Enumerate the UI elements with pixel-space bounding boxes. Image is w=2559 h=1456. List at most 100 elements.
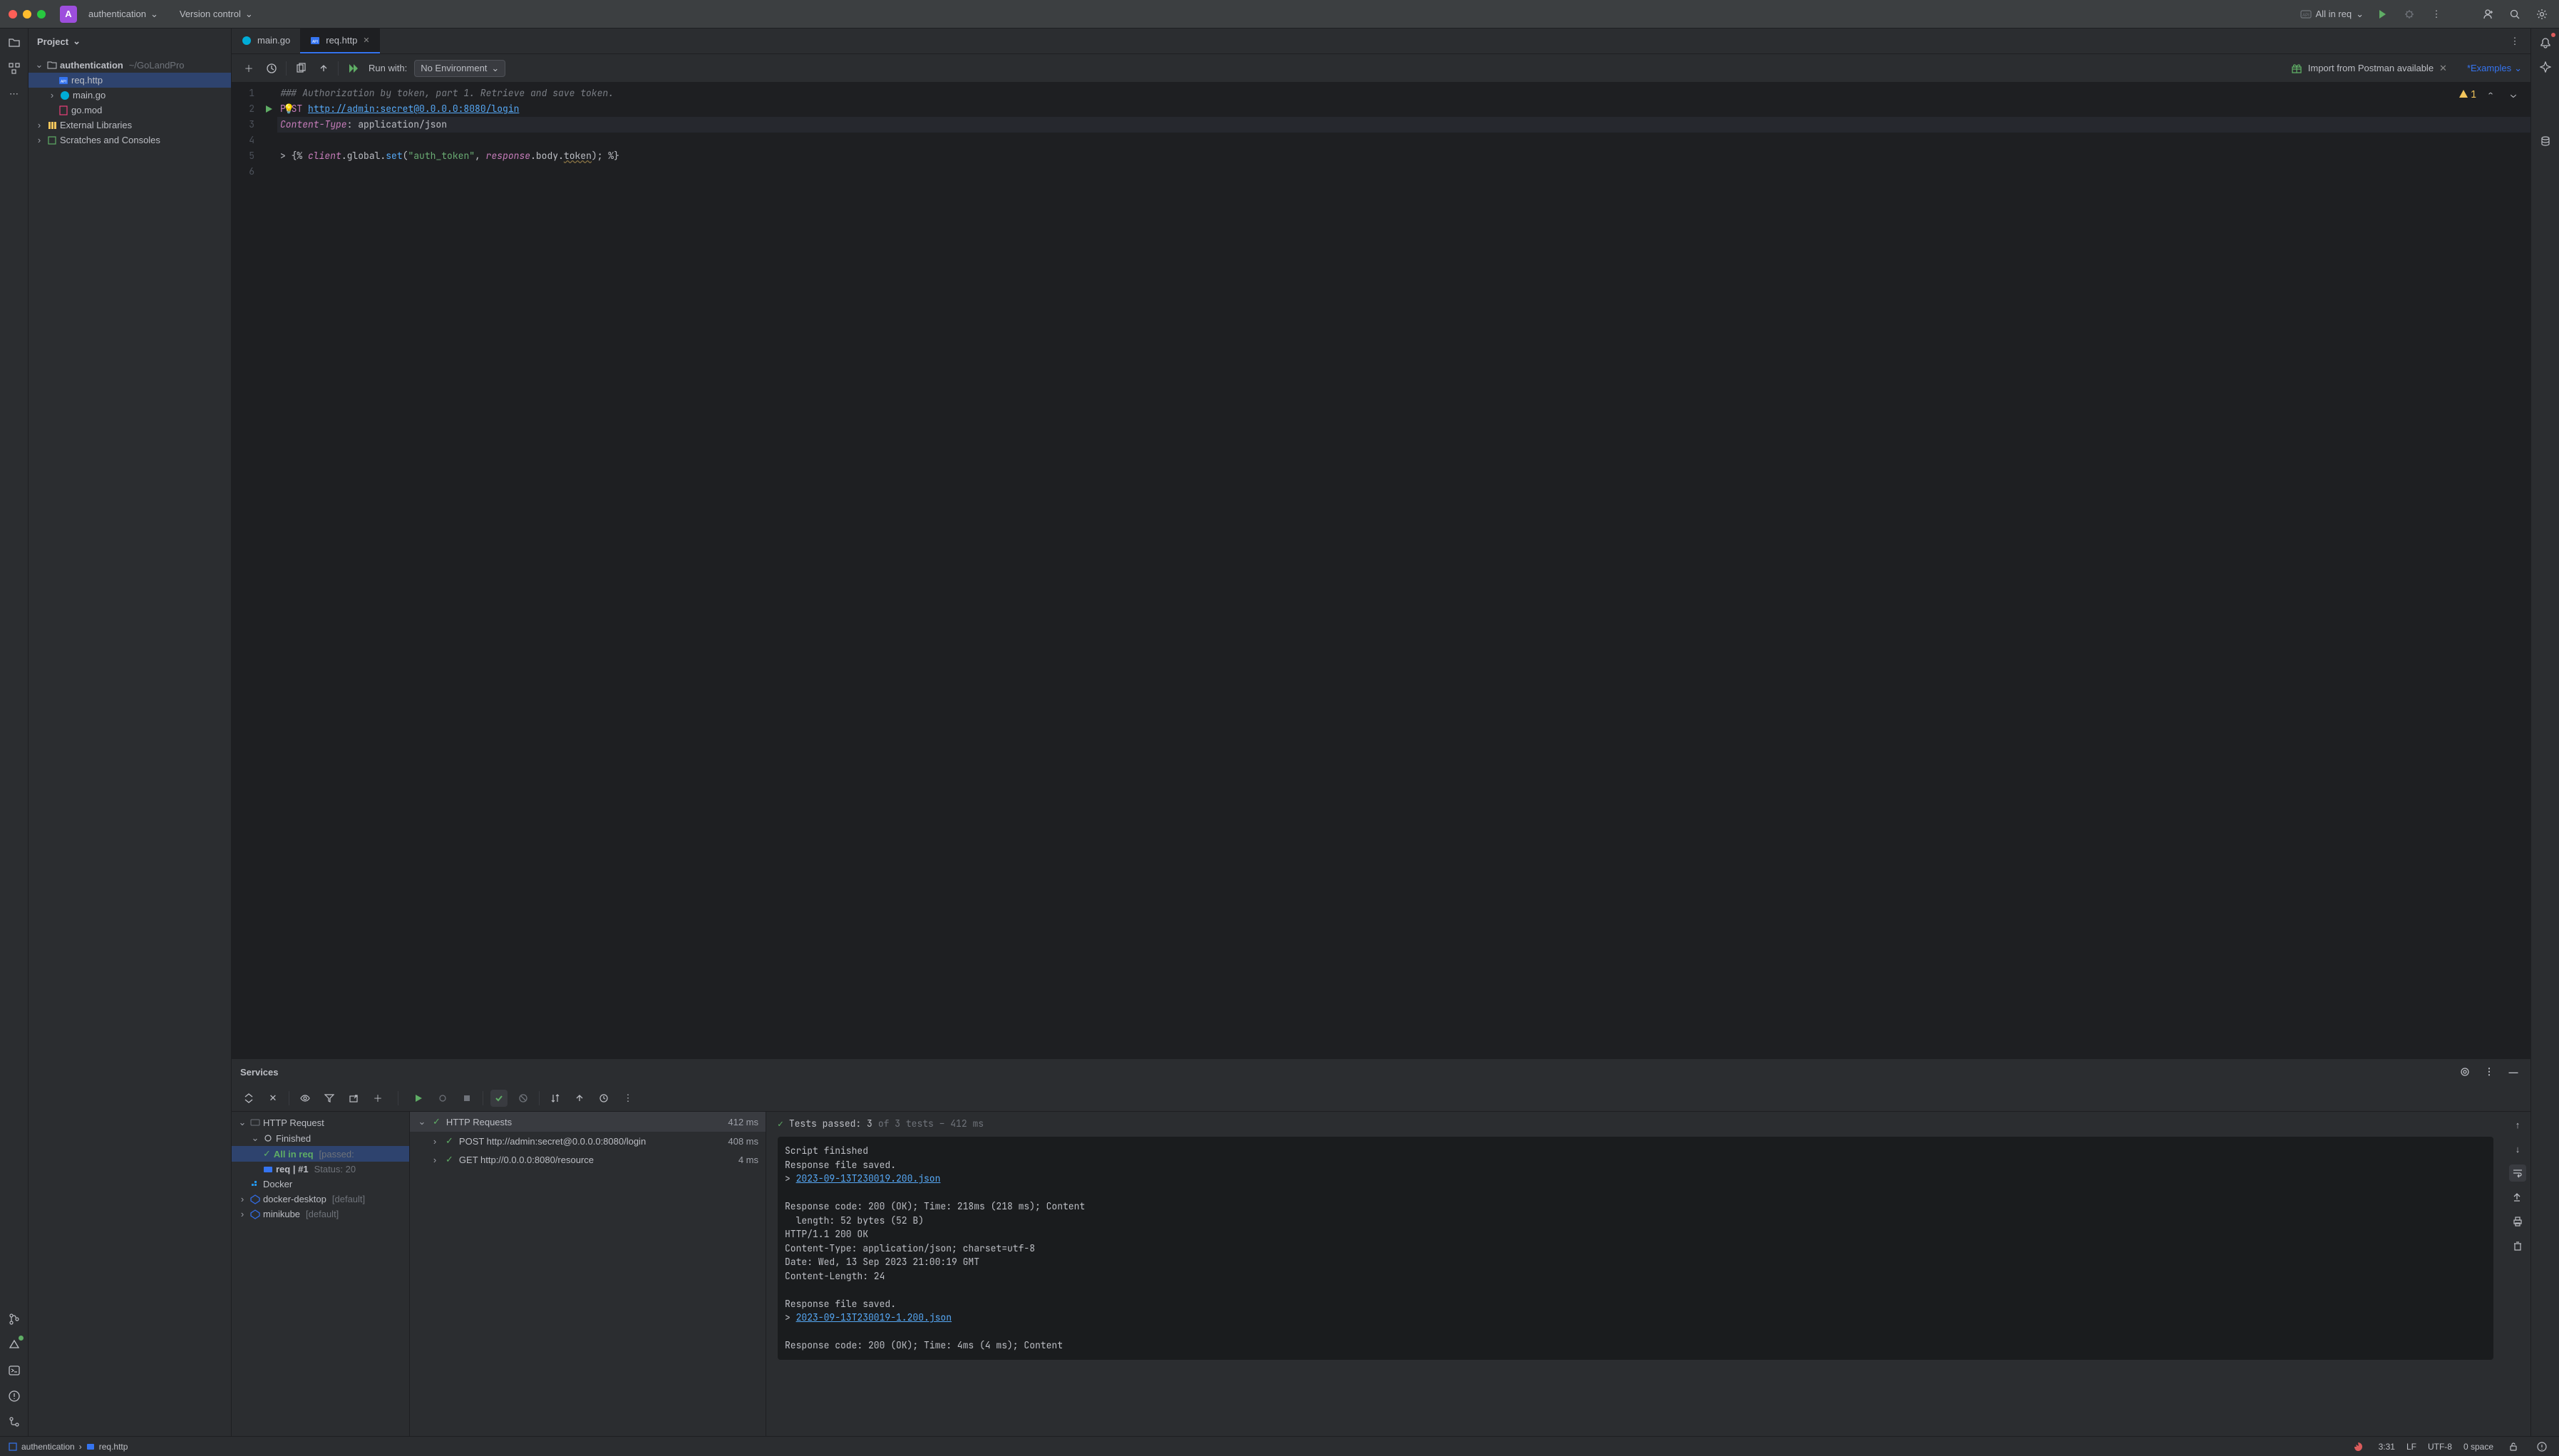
problems-tool-button[interactable] [6,1388,23,1405]
file-encoding[interactable]: UTF-8 [2428,1442,2452,1452]
line-separator[interactable]: LF [2406,1442,2416,1452]
panel-title: Project [37,36,68,47]
run-line-button[interactable] [260,101,277,117]
project-dropdown[interactable]: authentication ⌄ [83,6,164,23]
request-item[interactable]: › ✓ POST http://admin:secret@0.0.0.0:808… [410,1132,766,1150]
hide-panel-button[interactable]: — [2505,1063,2522,1080]
project-tool-button[interactable] [6,34,23,51]
more-actions-button[interactable]: ⋮ [2428,6,2445,23]
clock-button[interactable] [595,1090,612,1107]
ai-assistant-button[interactable] [2537,58,2554,76]
import-button[interactable] [571,1090,588,1107]
docker-desktop-node[interactable]: › docker-desktop [default] [232,1192,409,1207]
api-icon: API [2300,9,2312,20]
prev-highlight-button[interactable]: ⌃ [2482,86,2499,103]
examples-link[interactable]: *Examples ⌄ [2467,63,2522,74]
status-info-button[interactable] [2533,1438,2550,1455]
response-file-link[interactable]: 2023-09-13T230019-1.200.json [796,1311,952,1323]
show-ignored-button[interactable] [515,1090,532,1107]
run-button[interactable] [2374,6,2391,23]
debug-button[interactable] [2401,6,2418,23]
git-tool-button[interactable] [6,1311,23,1328]
stop-button[interactable] [458,1090,475,1107]
scroll-to-end-button[interactable] [2509,1189,2526,1206]
target-icon[interactable] [2456,1063,2473,1080]
debug-rerun-button[interactable] [434,1090,451,1107]
http-request-node[interactable]: ⌄ HTTP Request [232,1115,409,1130]
print-button[interactable] [2509,1213,2526,1230]
minikube-node[interactable]: › minikube [default] [232,1207,409,1222]
tree-file-req[interactable]: API req.http [29,73,231,88]
svg-text:API: API [61,80,66,84]
bulb-icon[interactable]: 💡 [283,101,294,117]
rerun-button[interactable] [410,1090,427,1107]
scroll-up-button[interactable]: ↑ [2509,1116,2526,1133]
response-file-link[interactable]: 2023-09-13T230019.200.json [796,1172,941,1184]
search-button[interactable] [2506,6,2523,23]
close-icon[interactable]: ✕ [2439,63,2447,74]
add-request-button[interactable]: ＋ [240,60,257,77]
open-button[interactable] [345,1090,362,1107]
expand-all-button[interactable] [240,1090,257,1107]
req-run-node[interactable]: req | #1 Status: 20 [232,1162,409,1177]
gift-icon [2291,63,2302,74]
import-banner-text[interactable]: Import from Postman available [2308,63,2434,73]
softwrap-button[interactable] [2509,1165,2526,1182]
all-in-req-node[interactable]: ✓ All in req [passed: [232,1146,409,1162]
history-button[interactable] [263,60,280,77]
next-highlight-button[interactable]: ⌄ [2505,86,2522,103]
window-maximize[interactable] [37,10,46,19]
docker-node[interactable]: Docker [232,1177,409,1192]
run-all-button[interactable] [344,60,361,77]
sort-button[interactable] [547,1090,564,1107]
tree-file-main[interactable]: › main.go [29,88,231,103]
window-close[interactable] [9,10,17,19]
add-service-button[interactable]: ＋ [369,1090,386,1107]
import-button[interactable] [315,60,332,77]
scroll-down-button[interactable]: ↓ [2509,1140,2526,1157]
settings-button[interactable] [2533,6,2550,23]
crumb[interactable]: authentication [21,1442,75,1452]
tree-root[interactable]: ⌄ authentication ~/GoLandPro [29,57,231,73]
database-button[interactable] [2537,133,2554,150]
run-with-label: Run with: [369,63,407,73]
tab-main-go[interactable]: main.go [232,29,300,53]
vcs-dropdown[interactable]: Version control ⌄ [174,6,259,23]
requests-header[interactable]: ⌄ ✓ HTTP Requests 412 ms [410,1112,766,1132]
env-select[interactable]: No Environment ⌄ [414,60,505,77]
more-tools-button[interactable]: ⋯ [6,86,23,103]
filter-button[interactable] [321,1090,338,1107]
code-text: .global. [341,150,386,162]
tree-file-gomod[interactable]: go.mod [29,103,231,118]
show-passed-button[interactable] [490,1090,508,1107]
code-with-me-icon[interactable] [2479,6,2496,23]
services-toolbar-more[interactable]: ⋮ [619,1090,637,1107]
clear-button[interactable] [2509,1237,2526,1254]
notifications-button[interactable] [2537,34,2554,51]
warning-indicator[interactable]: 1 [2458,88,2476,100]
readonly-toggle[interactable] [2505,1438,2522,1455]
cursor-position[interactable]: 3:31 [2379,1442,2395,1452]
finished-node[interactable]: ⌄ Finished [232,1130,409,1146]
project-panel-header[interactable]: Project ⌄ [29,29,231,54]
crumb[interactable]: req.http [99,1442,128,1452]
copy-button[interactable] [292,60,309,77]
request-item[interactable]: › ✓ GET http://0.0.0.0:8080/resource 4 m… [410,1150,766,1169]
close-icon[interactable]: ✕ [363,36,369,45]
window-minimize[interactable] [23,10,31,19]
show-button[interactable] [297,1090,314,1107]
services-tool-button[interactable] [6,1336,23,1353]
terminal-tool-button[interactable] [6,1362,23,1379]
indent-setting[interactable]: 0 space [2463,1442,2493,1452]
vcs-tool-button[interactable] [6,1413,23,1430]
tab-req-http[interactable]: API req.http ✕ [300,29,379,53]
shell-indicator[interactable] [2350,1438,2367,1455]
code-url: http://admin:secret@0.0.0.0:8080/login [308,103,519,115]
run-config-selector[interactable]: API All in req ⌄ [2300,9,2364,20]
structure-tool-button[interactable] [6,60,23,77]
tabs-more-icon[interactable]: ⋮ [2506,33,2523,50]
tree-scratches[interactable]: › Scratches and Consoles [29,133,231,148]
collapse-all-button[interactable]: ✕ [264,1090,282,1107]
services-more-icon[interactable]: ⋮ [2481,1063,2498,1080]
tree-ext-libs[interactable]: › External Libraries [29,118,231,133]
